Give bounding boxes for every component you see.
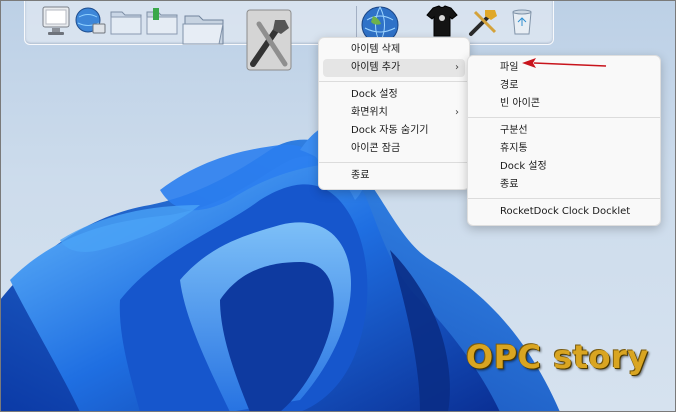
rocketdock-bar: [24, 0, 554, 71]
menu-item-label: 아이템 삭제: [351, 44, 401, 55]
submenu-item-blank-icon[interactable]: 빈 아이콘: [472, 95, 656, 113]
menu-item-dock-autohide[interactable]: Dock 자동 숨기기: [323, 122, 465, 140]
menu-item-exit[interactable]: 종료: [323, 167, 465, 185]
menu-divider: [468, 198, 660, 199]
menu-item-lock-icons[interactable]: 아이콘 잠금: [323, 140, 465, 158]
recycle-bin-icon[interactable]: [503, 2, 541, 40]
globe-network-icon[interactable]: [71, 2, 109, 40]
menu-item-delete-item[interactable]: 아이템 삭제: [323, 41, 465, 59]
desktop: 아이템 삭제 아이템 추가 › Dock 설정 화면위치 › Dock 자동 숨기기…: [0, 0, 676, 412]
menu-item-label: RocketDock Clock Docklet: [500, 206, 631, 217]
chevron-right-icon: ›: [455, 62, 459, 73]
menu-item-label: 빈 아이콘: [500, 98, 540, 109]
menu-item-screen-position[interactable]: 화면위치 ›: [323, 104, 465, 122]
menu-divider: [319, 162, 469, 163]
menu-item-label: 아이템 추가: [351, 62, 401, 73]
tools-icon[interactable]: [239, 4, 299, 82]
menu-item-label: 종료: [351, 170, 370, 181]
chevron-right-icon: ›: [455, 107, 459, 118]
submenu-item-clock-docklet[interactable]: RocketDock Clock Docklet: [472, 203, 656, 221]
folder-tools-icon[interactable]: [143, 2, 181, 40]
menu-item-label: Dock 설정: [351, 89, 398, 100]
menu-item-label: 아이콘 잠금: [351, 143, 401, 154]
submenu-item-recycle-bin[interactable]: 휴지통: [472, 140, 656, 158]
hammer-wrench-icon[interactable]: [465, 2, 503, 40]
submenu-item-path[interactable]: 경로: [472, 77, 656, 95]
menu-item-label: 화면위치: [351, 107, 388, 118]
dock-separator: [356, 6, 357, 40]
watermark-text: OPC story: [466, 338, 649, 376]
menu-item-label: 파일: [500, 62, 519, 73]
menu-item-label: Dock 자동 숨기기: [351, 125, 429, 136]
menu-item-label: Dock 설정: [500, 161, 547, 172]
menu-divider: [468, 117, 660, 118]
menu-item-label: 구분선: [500, 125, 528, 136]
dock-context-menu: 아이템 삭제 아이템 추가 › Dock 설정 화면위치 › Dock 자동 숨기기…: [318, 37, 470, 190]
add-item-submenu: 파일 경로 빈 아이콘 구분선 휴지통 Dock 설정 종료 RocketDoc…: [467, 55, 661, 226]
tshirt-icon[interactable]: [423, 2, 461, 40]
folder-icon[interactable]: [107, 2, 145, 40]
submenu-item-exit[interactable]: 종료: [472, 176, 656, 194]
monitor-icon[interactable]: [37, 2, 75, 40]
menu-item-label: 종료: [500, 179, 519, 190]
menu-divider: [319, 81, 469, 82]
submenu-item-dock-settings[interactable]: Dock 설정: [472, 158, 656, 176]
annotation-arrow-icon: [522, 58, 607, 68]
menu-item-add-item[interactable]: 아이템 추가 ›: [323, 59, 465, 77]
submenu-item-separator[interactable]: 구분선: [472, 122, 656, 140]
menu-item-label: 휴지통: [500, 143, 528, 154]
menu-item-label: 경로: [500, 80, 519, 91]
menu-item-dock-settings[interactable]: Dock 설정: [323, 86, 465, 104]
folder-open-icon[interactable]: [181, 4, 229, 50]
